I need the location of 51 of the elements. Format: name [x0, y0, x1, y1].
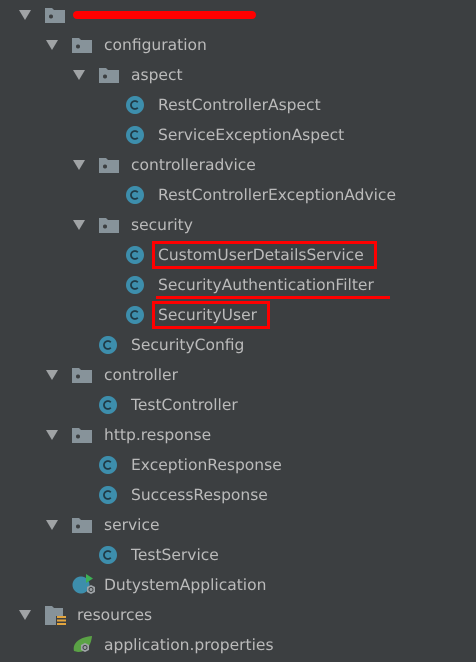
- folder-icon: [72, 427, 92, 443]
- tree-item[interactable]: SuccessResponse: [125, 481, 274, 509]
- collapse-arrow-icon[interactable]: [46, 40, 58, 50]
- tree-item[interactable]: DutystemApplication: [98, 571, 272, 599]
- collapse-arrow-icon[interactable]: [73, 160, 85, 170]
- tree-item[interactable]: application.properties: [98, 631, 280, 659]
- folder-icon: [99, 217, 119, 233]
- tree-item[interactable]: TestController: [125, 391, 244, 419]
- collapse-arrow-icon[interactable]: [46, 430, 58, 440]
- tree-item[interactable]: ExceptionResponse: [125, 451, 288, 479]
- class-icon: [126, 246, 144, 264]
- folder-icon: [99, 157, 119, 173]
- folder-icon: [72, 367, 92, 383]
- tree-item[interactable]: SecurityAuthenticationFilter: [152, 271, 380, 299]
- tree-item[interactable]: SecurityConfig: [125, 331, 250, 359]
- tree-item[interactable]: ServiceExceptionAspect: [152, 121, 350, 149]
- resource-folder-icon: [45, 605, 67, 625]
- tree-item[interactable]: RestControllerExceptionAdvice: [152, 181, 402, 209]
- tree-item[interactable]: security: [125, 211, 199, 239]
- highlighted-tree-item[interactable]: SecurityUser: [152, 301, 270, 329]
- tree-item[interactable]: resources: [71, 601, 158, 629]
- tree-item[interactable]: aspect: [125, 61, 189, 89]
- folder-icon: [45, 7, 65, 23]
- collapse-arrow-icon[interactable]: [73, 70, 85, 80]
- folder-icon: [72, 37, 92, 53]
- collapse-arrow-icon[interactable]: [19, 10, 31, 20]
- folder-icon: [72, 517, 92, 533]
- collapse-arrow-icon[interactable]: [46, 370, 58, 380]
- class-icon: [99, 336, 117, 354]
- class-icon: [99, 546, 117, 564]
- collapse-arrow-icon[interactable]: [46, 520, 58, 530]
- class-icon: [126, 126, 144, 144]
- collapse-arrow-icon[interactable]: [73, 220, 85, 230]
- tree-item[interactable]: configuration: [98, 31, 213, 59]
- class-icon: [99, 456, 117, 474]
- tree-item[interactable]: RestControllerAspect: [152, 91, 327, 119]
- class-icon: [126, 276, 144, 294]
- class-icon: [126, 96, 144, 114]
- tree-item[interactable]: TestService: [125, 541, 225, 569]
- collapse-arrow-icon[interactable]: [19, 610, 31, 620]
- tree-item[interactable]: service: [98, 511, 166, 539]
- highlighted-tree-item[interactable]: CustomUserDetailsService: [152, 241, 377, 269]
- spring-class-icon: [72, 574, 96, 596]
- class-icon: [126, 306, 144, 324]
- class-icon: [126, 186, 144, 204]
- folder-icon: [99, 67, 119, 83]
- tree-item[interactable]: http.response: [98, 421, 218, 449]
- class-icon: [99, 486, 117, 504]
- class-icon: [99, 396, 117, 414]
- tree-item[interactable]: controller: [98, 361, 184, 389]
- tree-item[interactable]: controlleradvice: [125, 151, 262, 179]
